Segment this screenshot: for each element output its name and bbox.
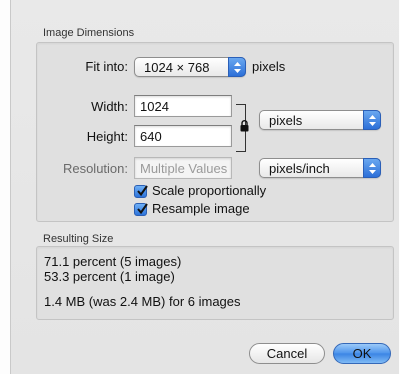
updown-arrows-icon [363,158,381,178]
height-value: 640 [140,129,162,144]
resulting-size-group: 71.1 percent (5 images) 53.3 percent (1 … [36,246,394,320]
width-value: 1024 [140,99,169,114]
width-field[interactable]: 1024 [134,95,232,117]
height-label: Height: [86,129,128,144]
fit-into-popup[interactable]: 1024 × 768 [134,57,246,77]
result-line-3: 1.4 MB (was 2.4 MB) for 6 images [44,294,241,309]
resolution-label: Resolution: [62,161,128,176]
size-unit-value: pixels [269,113,303,128]
resolution-unit-popup[interactable]: pixels/inch [259,158,381,178]
updown-arrows-icon [228,57,246,77]
resolution-field: Multiple Values [134,157,232,179]
fit-into-value: 1024 × 768 [144,60,210,75]
size-unit-popup[interactable]: pixels [259,110,381,130]
resolution-unit-value: pixels/inch [269,161,330,176]
checkmark-icon [137,185,148,197]
scale-proportionally-label[interactable]: Scale proportionally [152,183,266,198]
checkmark-icon [137,203,148,215]
cancel-button[interactable]: Cancel [249,343,325,364]
resample-image-label[interactable]: Resample image [152,201,250,216]
resulting-size-title: Resulting Size [43,233,114,245]
width-label: Width: [91,99,128,114]
fit-into-label: Fit into: [85,59,128,74]
scale-proportionally-checkbox[interactable] [134,185,148,198]
dialog-sheet: Image Dimensions Fit into: 1024 × 768 pi… [10,0,399,374]
ok-button[interactable]: OK [333,343,391,364]
fit-into-unit: pixels [252,59,286,74]
updown-arrows-icon [363,110,381,130]
result-line-2: 53.3 percent (1 image) [44,269,175,284]
resample-image-checkbox[interactable] [134,203,148,216]
height-field[interactable]: 640 [134,125,232,147]
image-dimensions-title: Image Dimensions [43,27,135,39]
result-line-1: 71.1 percent (5 images) [44,254,182,269]
resolution-placeholder: Multiple Values [140,161,228,176]
image-dimensions-group: Fit into: 1024 × 768 pixels Width: 1024 … [36,42,394,222]
lock-icon[interactable] [240,120,249,135]
